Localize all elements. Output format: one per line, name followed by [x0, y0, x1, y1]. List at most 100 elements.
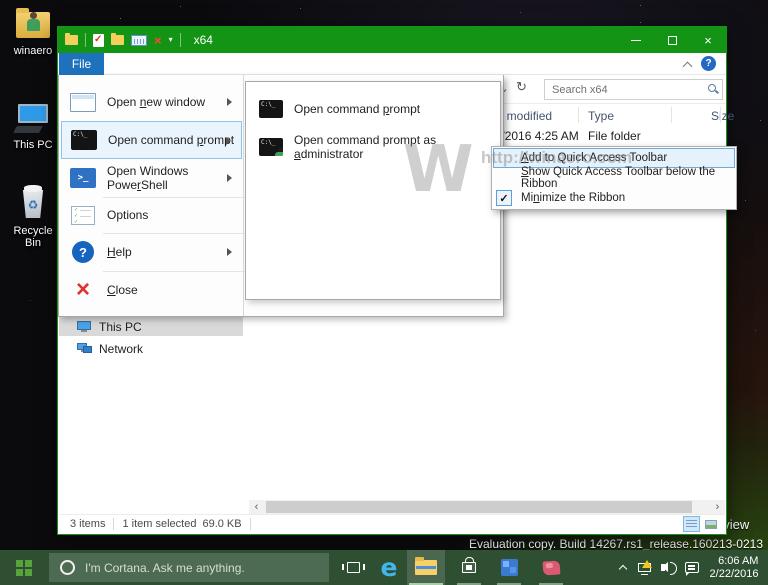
file-type-cell: File folder: [588, 129, 641, 143]
desktop: winaero This PC ♻ Recycle Bin Preview Ev…: [0, 0, 768, 585]
menu-item-open-command-prompt[interactable]: C:\_ Open command prompt: [61, 121, 242, 159]
sidebar-item-label: This PC: [99, 319, 142, 334]
cortana-placeholder: I'm Cortana. Ask me anything.: [85, 560, 245, 575]
qat-context-menu: Add to Quick Access Toolbar Show Quick A…: [491, 146, 737, 210]
taskbar: I'm Cortana. Ask me anything. e 6:06 AM …: [0, 550, 768, 585]
search-placeholder: Search x64: [552, 84, 608, 96]
items-count: 3 items: [70, 518, 106, 530]
cmd-admin-icon: C:\_: [256, 138, 286, 156]
system-tray: 6:06 AM 2/22/2016: [614, 550, 768, 585]
close-button[interactable]: ×: [690, 27, 726, 53]
qat-properties-icon[interactable]: [93, 33, 104, 47]
scroll-right-icon[interactable]: ›: [710, 500, 725, 514]
warning-icon: [642, 560, 652, 568]
window-title: x64: [193, 33, 213, 47]
submenu-item-open-command-prompt[interactable]: C:\_ Open command prompt: [248, 90, 498, 128]
minimize-button[interactable]: [618, 27, 654, 53]
network-status-button[interactable]: [632, 550, 656, 585]
action-center-button[interactable]: [680, 550, 704, 585]
quick-access-toolbar: × ▾ x64: [58, 33, 213, 47]
view-buttons: [683, 516, 719, 532]
desktop-icon-this-pc[interactable]: This PC: [4, 102, 62, 151]
refresh-icon[interactable]: ↻: [516, 79, 527, 95]
sidebar-item-label: Network: [99, 341, 144, 356]
cortana-search-box[interactable]: I'm Cortana. Ask me anything.: [49, 553, 329, 582]
submenu-arrow-icon: [227, 248, 232, 256]
help-button[interactable]: ?: [701, 56, 716, 71]
store-bag-icon: [462, 557, 476, 573]
details-view-button[interactable]: [683, 516, 700, 532]
close-red-icon: ×: [75, 276, 90, 303]
menu-item-open-powershell[interactable]: >_ Open Windows PowerShell: [61, 159, 242, 197]
sidebar-item-network[interactable]: Network: [59, 339, 243, 358]
explorer-window: × ▾ x64 × File ? ↻ Search x64: [57, 26, 734, 535]
horizontal-scrollbar[interactable]: ‹ ›: [249, 500, 725, 514]
desktop-icon-label: winaero: [13, 45, 53, 57]
menu-item-open-new-window[interactable]: Open new window: [61, 83, 242, 121]
help-icon: ?: [67, 241, 99, 263]
pinned-app-blue-button[interactable]: [491, 550, 527, 585]
chevron-up-icon: [618, 564, 628, 574]
context-item-show-qat-below[interactable]: Show Quick Access Toolbar below the Ribb…: [493, 166, 735, 190]
ribbon-collapse-icon[interactable]: [684, 61, 692, 69]
window-folder-icon[interactable]: [65, 33, 78, 45]
file-explorer-button[interactable]: [407, 550, 445, 585]
menu-item-close[interactable]: × Close: [61, 271, 242, 309]
menu-item-help[interactable]: ? Help: [61, 233, 242, 271]
submenu-item-open-command-prompt-admin[interactable]: C:\_ Open command prompt as administrato…: [248, 128, 498, 166]
column-header-type[interactable]: Type: [588, 109, 614, 123]
edge-button[interactable]: e: [371, 550, 407, 585]
qat-new-folder-icon[interactable]: [111, 33, 124, 45]
desktop-icon-recycle-bin[interactable]: ♻ Recycle Bin: [4, 185, 62, 249]
evaluation-copy-text: Evaluation copy. Build 14267.rs1_release…: [469, 537, 763, 551]
context-item-minimize-ribbon[interactable]: ✓ Minimize the Ribbon: [493, 188, 735, 208]
submenu-arrow-icon: [227, 98, 232, 106]
scroll-left-icon[interactable]: ‹: [249, 500, 264, 514]
action-center-icon: [685, 562, 699, 576]
powershell-icon: >_: [67, 168, 99, 188]
cmd-icon: C:\_: [256, 100, 286, 118]
file-menu: Open new window C:\_ Open command prompt…: [58, 75, 504, 317]
search-input[interactable]: Search x64: [544, 79, 723, 100]
folder-icon: [415, 557, 437, 575]
window-controls: ×: [618, 27, 726, 53]
pink-app-icon: [542, 559, 560, 576]
task-view-button[interactable]: [335, 550, 371, 585]
status-bar: 3 items 1 item selected 69.0 KB: [59, 514, 725, 533]
title-bar: × ▾ x64 ×: [58, 27, 726, 53]
start-button[interactable]: [0, 550, 48, 585]
sidebar-item-this-pc[interactable]: This PC: [59, 317, 243, 336]
speaker-icon: [661, 562, 677, 575]
this-pc-icon: [77, 321, 92, 332]
blue-app-icon: [500, 559, 518, 576]
recycle-bin-icon: ♻: [15, 185, 51, 222]
menu-item-options[interactable]: Options: [61, 197, 242, 233]
volume-button[interactable]: [656, 550, 680, 585]
checkmark-icon: ✓: [496, 190, 512, 206]
context-item-add-to-qat[interactable]: Add to Quick Access Toolbar: [493, 148, 735, 168]
cortana-icon: [60, 560, 75, 575]
qat-customize-dropdown-icon[interactable]: ▾: [169, 36, 173, 44]
qat-delete-icon[interactable]: ×: [154, 34, 162, 47]
command-prompt-submenu: C:\_ Open command prompt C:\_ Open comma…: [245, 81, 501, 300]
selection-size: 69.0 KB: [202, 518, 242, 530]
options-icon: [67, 205, 99, 225]
clock[interactable]: 6:06 AM 2/22/2016: [704, 550, 768, 585]
tray-expand-button[interactable]: [614, 550, 632, 585]
desktop-icon-winaero[interactable]: winaero: [4, 8, 62, 57]
windows-logo-icon: [16, 559, 32, 576]
computer-icon: [13, 102, 51, 136]
pinned-app-pink-button[interactable]: [533, 550, 569, 585]
task-view-icon: [341, 562, 365, 573]
selection-count: 1 item selected: [122, 518, 197, 530]
file-tab[interactable]: File: [59, 53, 104, 75]
cmd-icon: C:\_: [68, 130, 100, 150]
qat-rename-icon[interactable]: [131, 34, 147, 46]
maximize-button[interactable]: [654, 27, 690, 53]
thumbnail-view-button[interactable]: [702, 516, 719, 532]
scrollbar-thumb[interactable]: [266, 501, 692, 513]
store-button[interactable]: [451, 550, 487, 585]
column-header-size[interactable]: Size: [711, 109, 734, 123]
clock-time: 6:06 AM: [718, 554, 759, 567]
star-field: [0, 0, 1, 1]
